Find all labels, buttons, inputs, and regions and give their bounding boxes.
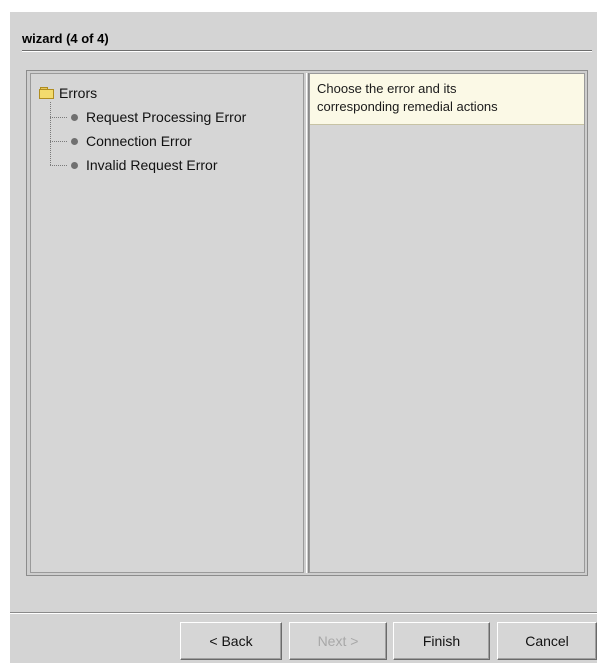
tree-item-request-processing-error[interactable]: Request Processing Error bbox=[50, 107, 246, 127]
tree-root-errors[interactable]: Errors bbox=[39, 84, 97, 102]
bullet-icon bbox=[71, 137, 78, 145]
error-tree-pane[interactable]: Errors Request Processing Error Connecti… bbox=[30, 73, 304, 573]
tree-item-label: Connection Error bbox=[86, 133, 192, 149]
finish-button[interactable]: Finish bbox=[393, 622, 490, 660]
bullet-icon bbox=[71, 113, 78, 121]
back-button[interactable]: < Back bbox=[180, 622, 282, 660]
wizard-title: wizard (4 of 4) bbox=[22, 31, 109, 46]
folder-icon bbox=[39, 87, 55, 99]
tree-root-label: Errors bbox=[59, 85, 98, 101]
tree-item-connection-error[interactable]: Connection Error bbox=[50, 131, 192, 151]
tree-item-label: Invalid Request Error bbox=[86, 157, 218, 173]
bullet-icon bbox=[71, 161, 78, 169]
description-line-1: Choose the error and its bbox=[317, 81, 457, 96]
tree-item-invalid-request-error[interactable]: Invalid Request Error bbox=[50, 155, 218, 175]
next-button[interactable]: Next > bbox=[289, 622, 387, 660]
description-box: Choose the error and its corresponding r… bbox=[310, 74, 584, 125]
description-pane: Choose the error and its corresponding r… bbox=[309, 73, 585, 573]
title-divider bbox=[22, 50, 592, 52]
wizard-content-panel: Errors Request Processing Error Connecti… bbox=[26, 70, 588, 576]
cancel-button[interactable]: Cancel bbox=[497, 622, 597, 660]
button-bar-divider bbox=[10, 612, 597, 614]
description-line-2: corresponding remedial actions bbox=[317, 99, 498, 114]
tree-item-label: Request Processing Error bbox=[86, 109, 247, 125]
